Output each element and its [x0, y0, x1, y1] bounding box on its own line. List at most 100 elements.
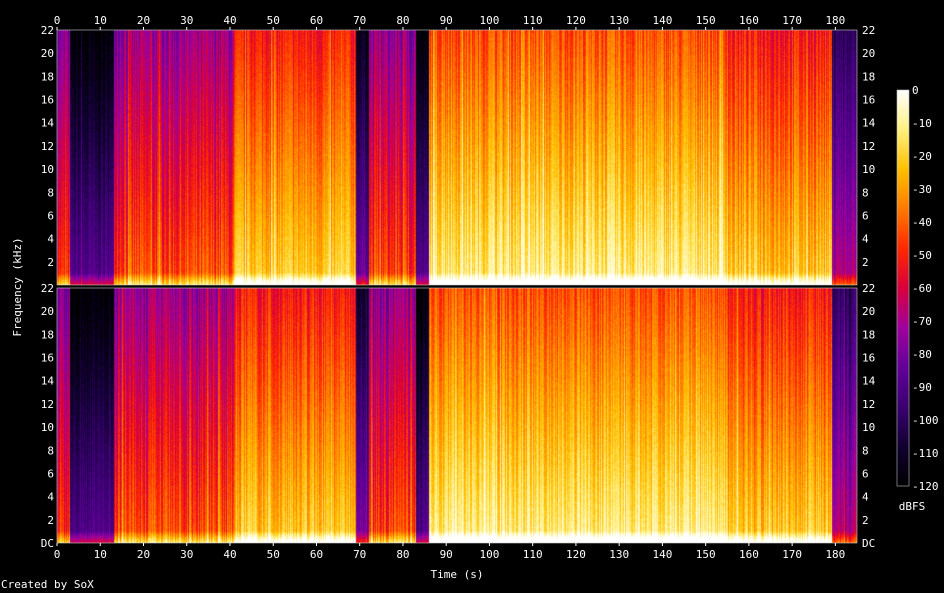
x-tick-label-bottom: 110 [523, 548, 543, 561]
x-tick-label-top: 170 [782, 14, 802, 27]
x-tick-label-top: 90 [440, 14, 453, 27]
colorbar-tick-label: -20 [912, 150, 932, 163]
y-axis-label: Frequency (kHz) [11, 237, 24, 336]
x-tick-label-top: 0 [54, 14, 61, 27]
y-tick-label-left: 2 [47, 256, 54, 269]
colorbar-label: dBFS [899, 500, 926, 513]
y-tick-label-right: 6 [862, 467, 869, 480]
x-tick-label-bottom: 150 [696, 548, 716, 561]
y-tick-label-left: 16 [41, 352, 54, 365]
x-tick-label-bottom: 180 [825, 548, 845, 561]
colorbar-tick-label: -10 [912, 117, 932, 130]
x-tick-label-bottom: 70 [353, 548, 366, 561]
x-tick-label-bottom: 0 [54, 548, 61, 561]
x-tick-label-top: 120 [566, 14, 586, 27]
y-tick-label-left: 10 [41, 421, 54, 434]
y-tick-label-right: 8 [862, 186, 869, 199]
x-tick-label-top: 50 [267, 14, 280, 27]
spectrogram-chart: 0 10 20 30 40 50 60 70 80 90 100 110 120 130 140 150 160… [0, 0, 944, 593]
y-tick-label-right: 6 [862, 209, 869, 222]
x-tick-label-top: 180 [825, 14, 845, 27]
x-tick-label-top: 70 [353, 14, 366, 27]
x-tick-label-bottom: 10 [94, 548, 107, 561]
x-tick-label-top: 150 [696, 14, 716, 27]
y-tick-label-left: 6 [47, 467, 54, 480]
spectrogram-channel-1 [57, 30, 857, 285]
y-tick-label-right: 10 [862, 421, 875, 434]
y-tick-label-right: 20 [862, 47, 875, 60]
x-tick-label-bottom: 50 [267, 548, 280, 561]
x-tick-label-top: 40 [223, 14, 236, 27]
colorbar-tick-label: 0 [912, 84, 919, 97]
y-tick-label-left: 4 [47, 491, 54, 504]
y-tick-label-right: 12 [862, 140, 875, 153]
y-tick-label-right: 14 [862, 375, 876, 388]
x-tick-label-top: 100 [479, 14, 499, 27]
x-tick-label-top: 110 [523, 14, 543, 27]
colorbar-tick-label: -50 [912, 249, 932, 262]
colorbar-tick-label: -80 [912, 348, 932, 361]
y-tick-label-right: 16 [862, 352, 875, 365]
y-tick-label-right: 22 [862, 24, 875, 37]
x-tick-label-top: 60 [310, 14, 323, 27]
spectrogram-channel-2 [57, 288, 857, 543]
y-tick-label-left: 10 [41, 163, 54, 176]
y-tick-label-right: 18 [862, 328, 875, 341]
x-tick-label-top: 160 [739, 14, 759, 27]
colorbar-tick-label: -40 [912, 216, 932, 229]
colorbar-tick-label: -100 [912, 414, 939, 427]
x-tick-label-bottom: 20 [137, 548, 150, 561]
y-tick-label-right: 12 [862, 398, 875, 411]
y-tick-label-left: 22 [41, 282, 54, 295]
x-tick-label-bottom: 170 [782, 548, 802, 561]
colorbar-tick-label: -30 [912, 183, 932, 196]
y-tick-label-left: 4 [47, 233, 54, 246]
y-tick-label-left: 2 [47, 514, 54, 527]
y-tick-label-left: 8 [47, 186, 54, 199]
x-tick-label-bottom: 40 [223, 548, 236, 561]
x-tick-label-bottom: 160 [739, 548, 759, 561]
y-tick-label-left: 20 [41, 305, 54, 318]
colorbar-scale [896, 89, 910, 487]
x-tick-label-bottom: 140 [652, 548, 672, 561]
y-tick-label-right: 8 [862, 444, 869, 457]
colorbar-tick-label: -60 [912, 282, 932, 295]
y-tick-label-left: 20 [41, 47, 54, 60]
y-tick-label-left: 6 [47, 209, 54, 222]
x-tick-label-top: 80 [396, 14, 409, 27]
x-tick-label-top: 140 [652, 14, 672, 27]
y-tick-label-right: 2 [862, 256, 869, 269]
x-tick-label-top: 10 [94, 14, 107, 27]
x-tick-label-bottom: 130 [609, 548, 629, 561]
y-tick-label-right: 20 [862, 305, 875, 318]
y-tick-label-left: 12 [41, 140, 54, 153]
x-tick-label-bottom: 100 [479, 548, 499, 561]
x-axis-label: Time (s) [431, 568, 484, 581]
y-tick-label-left: 22 [41, 24, 54, 37]
y-tick-label-right: 16 [862, 94, 875, 107]
y-tick-label-left: 14 [41, 117, 55, 130]
y-tick-label-left: DC [41, 537, 54, 550]
y-tick-label-right: 10 [862, 163, 875, 176]
y-tick-label-left: 8 [47, 444, 54, 457]
x-tick-label-bottom: 80 [396, 548, 409, 561]
colorbar-tick-label: -90 [912, 381, 932, 394]
x-tick-label-bottom: 30 [180, 548, 193, 561]
x-tick-label-bottom: 90 [440, 548, 453, 561]
y-tick-label-right: 4 [862, 233, 869, 246]
y-tick-label-left: 16 [41, 94, 54, 107]
credit-text: Created by SoX [1, 578, 94, 591]
colorbar-tick-label: -70 [912, 315, 932, 328]
x-tick-label-top: 30 [180, 14, 193, 27]
y-tick-label-left: 18 [41, 70, 54, 83]
y-tick-label-right: 14 [862, 117, 876, 130]
x-tick-label-top: 20 [137, 14, 150, 27]
x-tick-label-bottom: 60 [310, 548, 323, 561]
y-tick-label-left: 14 [41, 375, 55, 388]
y-tick-label-left: 18 [41, 328, 54, 341]
x-tick-label-bottom: 120 [566, 548, 586, 561]
colorbar-tick-label: -110 [912, 447, 939, 460]
y-tick-label-right: 4 [862, 491, 869, 504]
x-tick-label-top: 130 [609, 14, 629, 27]
colorbar-tick-label: -120 [912, 480, 939, 493]
